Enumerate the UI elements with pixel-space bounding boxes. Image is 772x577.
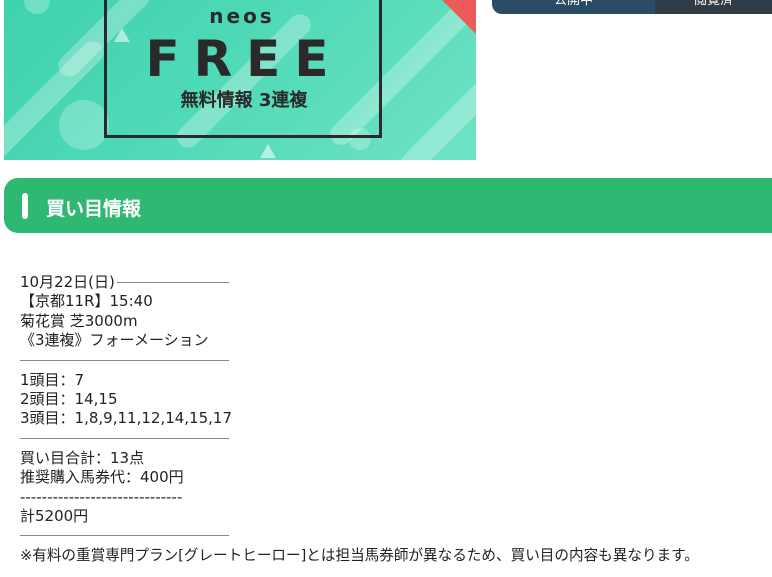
banner-decoration	[59, 100, 109, 150]
race-date: 10月22日(日)	[20, 273, 115, 291]
section-title: 買い目情報	[46, 198, 142, 220]
pick-third: 3頭目：1,8,9,11,12,14,15,17	[20, 409, 232, 428]
tab-open[interactable]: 公開中	[492, 0, 655, 14]
disclaimer-note: ※有料の重賞専門プラン[グレートヒーロー]とは担当馬券師が異なるため、買い目の内…	[20, 547, 699, 565]
total-points: 買い目合計：13点	[20, 448, 145, 467]
brand-logo: neos	[209, 4, 275, 28]
divider	[116, 282, 229, 284]
dashed-separator: ------------------------------	[20, 487, 183, 506]
recommended-amount: 推奨購入馬券代：400円	[20, 468, 184, 487]
race-venue-time: 【京都11R】15:40	[20, 292, 153, 311]
pick-first: 1頭目：7	[20, 370, 85, 389]
race-date-row: 10月22日(日)	[20, 273, 770, 292]
bet-type: 《3連複》フォーメーション	[20, 331, 209, 350]
divider	[20, 535, 229, 537]
total-amount: 計5200円	[20, 507, 89, 526]
section-header: 買い目情報	[4, 178, 772, 233]
triangle-icon	[260, 144, 276, 158]
divider	[20, 437, 229, 439]
race-name: 菊花賞 芝3000m	[20, 311, 138, 330]
divider	[20, 359, 229, 361]
header-accent-bar	[22, 193, 28, 219]
tab-viewed[interactable]: 閲覧済	[655, 0, 772, 14]
free-info-banner: neos FREE 無料情報 3連複	[4, 0, 476, 160]
banner-headline: FREE	[145, 30, 343, 88]
banner-subtitle: 無料情報 3連複	[180, 90, 308, 111]
banner-decoration	[24, 0, 50, 14]
pick-second: 2頭目：14,15	[20, 390, 118, 409]
picks-content: 10月22日(日) 【京都11R】15:40 菊花賞 芝3000m 《3連複》フ…	[20, 273, 770, 566]
